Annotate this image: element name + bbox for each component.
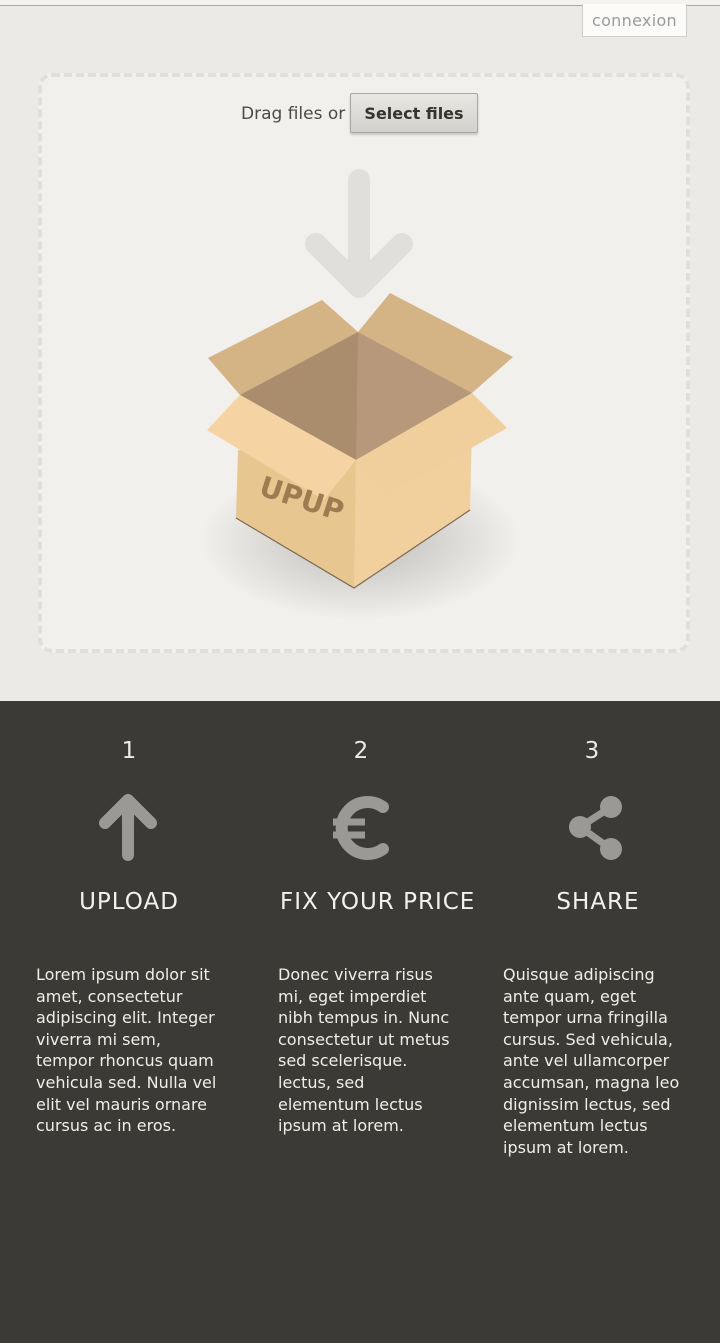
step-number: 1 — [121, 738, 137, 764]
step-number: 2 — [353, 738, 369, 764]
select-files-button[interactable]: Select files — [350, 93, 478, 133]
euro-icon — [270, 793, 452, 863]
step-description: Lorem ipsum dolor sit amet, consectetur … — [36, 965, 217, 1136]
step-number: 3 — [584, 738, 600, 764]
steps-section: 1 UPLOAD Lorem ipsum dolor sit amet, con… — [0, 701, 720, 1343]
login-button[interactable]: connexion — [582, 4, 687, 37]
step-description: Donec viverra risus mi, eget imperdiet n… — [278, 965, 450, 1136]
drag-prompt: Drag files or — [241, 104, 346, 124]
step-description: Quisque adipiscing ante quam, eget tempo… — [503, 965, 680, 1157]
upload-arrow-icon — [38, 793, 220, 863]
share-icon — [507, 793, 689, 863]
step-title: SHARE — [556, 889, 640, 915]
box-illustration: UPUP — [200, 169, 520, 620]
upload-area: connexion Drag files or Select files UPU… — [0, 0, 720, 701]
drop-arrow-icon — [305, 169, 413, 298]
step-title: UPLOAD — [79, 889, 179, 915]
step-title: FIX YOUR PRICE — [280, 889, 476, 915]
